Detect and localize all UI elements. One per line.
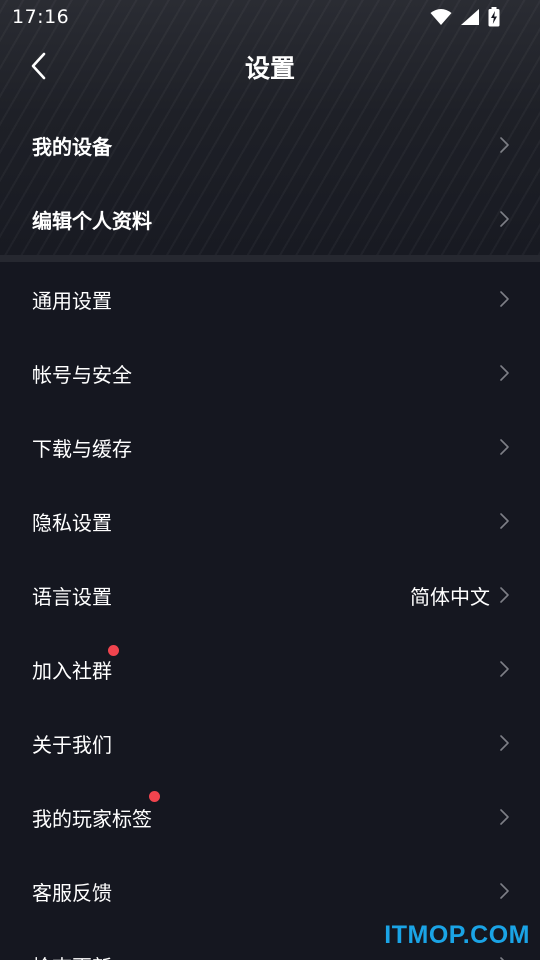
row-label: 加入社群 xyxy=(32,658,112,683)
chevron-right-icon xyxy=(500,883,509,899)
status-bar: 17:16 xyxy=(0,0,540,34)
status-icons xyxy=(430,7,500,27)
section-divider xyxy=(0,255,540,262)
chevron-right-icon xyxy=(500,513,509,529)
chevron-right-icon xyxy=(500,809,509,825)
row-label: 隐私设置 xyxy=(32,510,112,535)
row-label: 我的玩家标签 xyxy=(32,806,152,831)
status-time: 17:16 xyxy=(12,6,70,28)
settings-row-customer-feedback[interactable]: 客服反馈 xyxy=(0,854,540,928)
watermark-logo: ITMOP.COM xyxy=(384,921,530,949)
settings-row-my-devices[interactable]: 我的设备 xyxy=(0,108,540,182)
settings-row-about-us[interactable]: 关于我们 xyxy=(0,706,540,780)
settings-row-general[interactable]: 通用设置 xyxy=(0,262,540,336)
row-label: 关于我们 xyxy=(32,732,112,757)
settings-row-edit-profile[interactable]: 编辑个人资料 xyxy=(0,182,540,256)
navigation-bar: 设置 xyxy=(0,34,540,98)
row-label: 检查更新 xyxy=(32,951,112,960)
chevron-right-icon xyxy=(500,587,509,603)
chevron-right-icon xyxy=(500,365,509,381)
chevron-right-icon xyxy=(500,211,509,227)
settings-row-download-cache[interactable]: 下载与缓存 xyxy=(0,410,540,484)
general-settings-list: 通用设置 帐号与安全 下载与缓存 隐私设置 语言设置 简体中文 加入社群 关于我… xyxy=(0,262,540,960)
row-label: 帐号与安全 xyxy=(32,362,132,387)
wifi-icon xyxy=(430,9,452,25)
battery-charging-icon xyxy=(488,7,500,27)
notification-badge xyxy=(149,791,160,802)
notification-badge xyxy=(108,645,119,656)
chevron-right-icon xyxy=(500,439,509,455)
row-label: 通用设置 xyxy=(32,288,112,313)
row-label: 语言设置 xyxy=(32,584,112,609)
settings-row-language[interactable]: 语言设置 简体中文 xyxy=(0,558,540,632)
row-label: 编辑个人资料 xyxy=(32,208,152,233)
row-label: 客服反馈 xyxy=(32,880,112,905)
settings-screen: 17:16 设置 我的设备 编辑个人资料 通用设置 帐号与安全 下载与缓存 隐私… xyxy=(0,0,540,960)
row-label: 下载与缓存 xyxy=(32,436,132,461)
row-label: 我的设备 xyxy=(32,134,112,159)
chevron-right-icon xyxy=(500,957,505,960)
settings-row-player-tags[interactable]: 我的玩家标签 xyxy=(0,780,540,854)
settings-row-account-security[interactable]: 帐号与安全 xyxy=(0,336,540,410)
chevron-right-icon xyxy=(500,291,509,307)
settings-row-join-community[interactable]: 加入社群 xyxy=(0,632,540,706)
page-title: 设置 xyxy=(244,54,295,83)
chevron-right-icon xyxy=(500,137,509,153)
chevron-right-icon xyxy=(500,661,509,677)
cellular-signal-icon xyxy=(461,9,479,25)
chevron-right-icon xyxy=(500,735,509,751)
profile-settings-list: 我的设备 编辑个人资料 xyxy=(0,108,540,256)
language-value: 简体中文 xyxy=(410,584,490,609)
settings-row-privacy[interactable]: 隐私设置 xyxy=(0,484,540,558)
